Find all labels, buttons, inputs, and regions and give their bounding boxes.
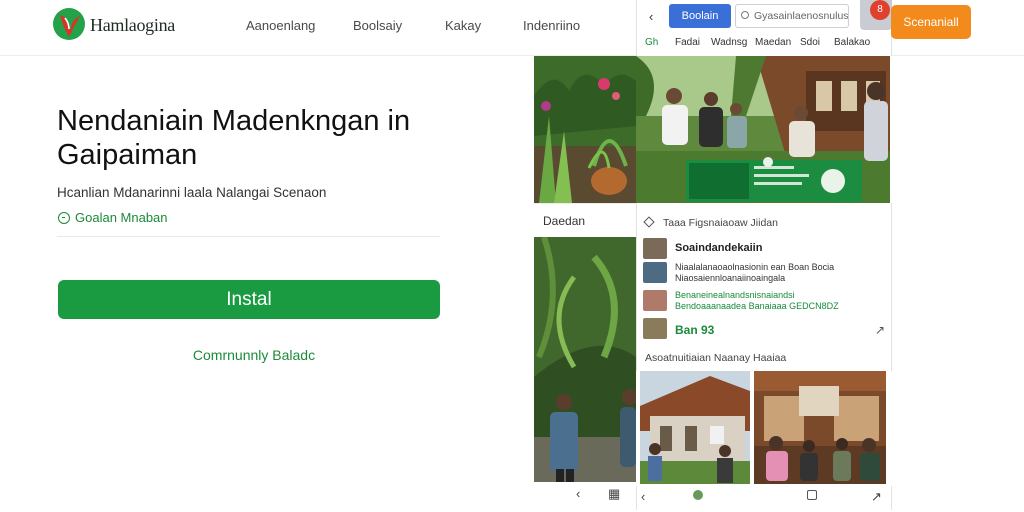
tab-5[interactable]: Sdoi: [800, 37, 820, 48]
feed-footer: Asoatnuitiaian Naanay Haaiaa: [645, 352, 787, 364]
preview-feed: Taaa Figsnaiaoaw Jiidan Soaindandekaiin …: [636, 203, 892, 371]
circle-icon[interactable]: [693, 490, 703, 500]
info-circle-icon: [58, 212, 70, 224]
nav-link-1[interactable]: Aanoenlang: [246, 18, 315, 33]
chevron-left-icon[interactable]: ‹: [641, 489, 645, 504]
preview-primary-button[interactable]: Boolain: [669, 4, 731, 28]
divider: [57, 236, 440, 237]
square-icon[interactable]: [807, 490, 817, 500]
info-link[interactable]: Goalan Mnaban: [58, 210, 168, 225]
thumbnail: [643, 290, 667, 311]
preview-toolbar: ‹ Boolain Gyasainlaenosnulus Gh Fadai Wa…: [636, 0, 892, 56]
tab-1[interactable]: Gh: [645, 37, 658, 48]
tab-6[interactable]: Balakao: [834, 37, 870, 48]
arrow-icon[interactable]: ↗: [875, 323, 885, 337]
group-photo-main: [636, 56, 890, 203]
feed-row-price: Ban 93: [675, 323, 715, 337]
tab-2[interactable]: Fadai: [675, 37, 700, 48]
nav-link-4[interactable]: Indenriino: [523, 18, 580, 33]
chevron-left-icon[interactable]: ‹: [649, 9, 653, 24]
preview-search-input[interactable]: Gyasainlaenosnulus: [735, 4, 849, 28]
cta-button[interactable]: Scenaniall: [891, 5, 971, 39]
nav-link-3[interactable]: Kakay: [445, 18, 481, 33]
feed-row-title: Soaindandekaiin: [675, 242, 763, 254]
page-title: Nendaniain Madenkngan in Gaipaiman: [57, 105, 411, 171]
community-link[interactable]: Comrnunnly Baladc: [58, 347, 450, 363]
feed-row-line: Benaneinealnandsnisnaiandsi: [675, 290, 795, 300]
feed-header: Taaa Figsnaiaoaw Jiidan: [643, 216, 778, 229]
tab-3[interactable]: Wadnsg: [711, 37, 747, 48]
chevron-left-icon[interactable]: ‹: [576, 486, 580, 501]
preview-bottom-nav: ‹ ↗: [636, 486, 892, 510]
feed-row-line: Niaalalanaoaolnasionin ean Boan Bocia: [675, 262, 835, 272]
thumbnail: [643, 238, 667, 259]
building-photo-left: [640, 371, 750, 484]
notification-badge[interactable]: 8: [870, 0, 890, 20]
building-photo-right: [754, 371, 886, 484]
garden-photo-left: [534, 56, 636, 203]
feed-row-line: Bendoaaanaadea Banaiaaa GEDCN8DZ: [675, 301, 839, 311]
preview-search-placeholder: Gyasainlaenosnulus: [754, 10, 849, 22]
thumbnail: [643, 262, 667, 283]
diamond-icon: [643, 216, 655, 228]
feed-row-line: Niaosaiennloanaiinoaingala: [675, 273, 786, 283]
nav-link-2[interactable]: Boolsaiy: [353, 18, 402, 33]
install-button[interactable]: Instal: [58, 280, 440, 319]
share-icon[interactable]: ↗: [871, 489, 882, 505]
brand-logo-icon[interactable]: [52, 7, 86, 41]
brand-name: Hamlaogina: [90, 15, 175, 35]
info-link-label: Goalan Mnaban: [75, 210, 168, 225]
grid-icon[interactable]: ▦: [608, 486, 620, 502]
tab-4[interactable]: Maedan: [755, 37, 791, 48]
left-bottom-bar: ‹ ▦: [534, 482, 636, 510]
feed-header-label: Taaa Figsnaiaoaw Jiidan: [663, 217, 778, 229]
thumbnail: [643, 318, 667, 339]
page-subtitle: Hcanlian Mdanarinni laala Nalangai Scena…: [57, 185, 327, 200]
search-icon: [741, 11, 749, 19]
preview-left-label: Daedan: [534, 203, 636, 237]
jungle-photo: [534, 237, 636, 482]
